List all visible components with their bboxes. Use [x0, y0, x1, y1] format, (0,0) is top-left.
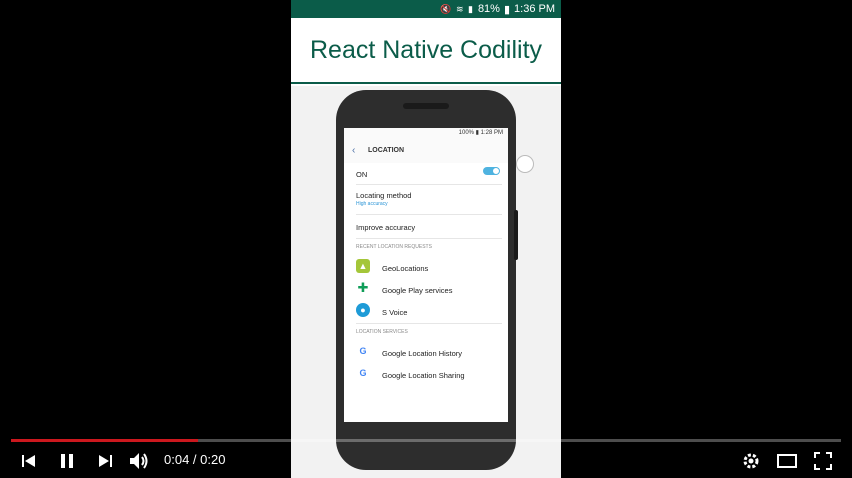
locating-method-label: Locating method: [356, 191, 412, 200]
app-label: S Voice: [382, 308, 408, 317]
location-services-header: LOCATION SERVICES: [356, 329, 408, 335]
pause-button[interactable]: [56, 450, 78, 472]
phone-status-text: 100% ▮ 1:28 PM: [458, 130, 503, 136]
google-icon: G: [356, 344, 370, 358]
page-title: LOCATION: [368, 146, 405, 154]
list-item[interactable]: ▲ GeoLocations: [344, 255, 508, 277]
recording-title: React Native Codility: [291, 18, 561, 84]
progress-bar[interactable]: [11, 439, 841, 442]
divider: [356, 238, 502, 239]
improve-accuracy-row[interactable]: Improve accuracy: [344, 215, 508, 237]
time-display: 0:04 / 0:20: [164, 452, 226, 467]
volume-icon: [130, 453, 148, 469]
locating-method-value: High accuracy: [356, 201, 388, 207]
list-item[interactable]: G Google Location History: [344, 340, 508, 362]
phone-speaker: [403, 103, 449, 109]
list-item[interactable]: G Google Location Sharing: [344, 362, 508, 384]
video-frame[interactable]: 🔇 ≋ ▮ 81% ▮ 1:36 PM React Native Codilit…: [291, 0, 561, 478]
back-arrow-icon[interactable]: ‹: [352, 145, 364, 156]
app-label: GeoLocations: [382, 264, 429, 273]
locating-method-row[interactable]: Locating method High accuracy: [344, 185, 508, 213]
volume-button[interactable]: [128, 450, 152, 472]
circle-marker: [516, 155, 534, 173]
theater-mode-button[interactable]: [776, 450, 798, 472]
phone-mockup: 100% ▮ 1:28 PM ‹ LOCATION ON Locating me…: [336, 90, 518, 470]
app-label: Google Play services: [382, 286, 453, 295]
theater-mode-icon: [777, 454, 797, 468]
list-item[interactable]: ✚ Google Play services: [344, 277, 508, 299]
phone-status-bar: 100% ▮ 1:28 PM: [344, 128, 508, 137]
list-item[interactable]: ● S Voice: [344, 299, 508, 321]
phone-side-button: [514, 210, 518, 260]
pause-icon: [61, 454, 73, 468]
previous-button[interactable]: [18, 450, 40, 472]
service-label: Google Location Sharing: [382, 371, 465, 380]
battery-icon: ▮: [503, 3, 511, 16]
battery-percent: 81%: [477, 3, 500, 15]
skip-previous-icon: [22, 455, 35, 467]
puzzle-icon: ✚: [356, 280, 370, 295]
progress-fill: [11, 439, 198, 442]
signal-icons: 🔇 ≋ ▮: [440, 3, 474, 14]
settings-button[interactable]: [740, 450, 762, 472]
phone-screen: 100% ▮ 1:28 PM ‹ LOCATION ON Locating me…: [344, 128, 508, 422]
microphone-icon: ●: [356, 303, 370, 317]
status-time: 1:36 PM: [514, 3, 555, 15]
google-icon: G: [356, 366, 370, 380]
app-header: ‹ LOCATION: [344, 137, 508, 163]
on-label: ON: [356, 170, 368, 179]
divider: [356, 323, 502, 324]
fullscreen-icon: [814, 452, 832, 470]
next-button[interactable]: [94, 450, 116, 472]
service-label: Google Location History: [382, 349, 463, 358]
gear-icon: [743, 453, 759, 469]
improve-accuracy-label: Improve accuracy: [356, 223, 416, 232]
location-toggle-row[interactable]: ON: [344, 164, 508, 184]
skip-next-icon: [99, 455, 112, 467]
android-icon: ▲: [356, 259, 370, 273]
fullscreen-button[interactable]: [812, 450, 834, 472]
recording-status-bar: 🔇 ≋ ▮ 81% ▮ 1:36 PM: [291, 0, 561, 18]
recent-requests-header: RECENT LOCATION REQUESTS: [356, 244, 432, 250]
